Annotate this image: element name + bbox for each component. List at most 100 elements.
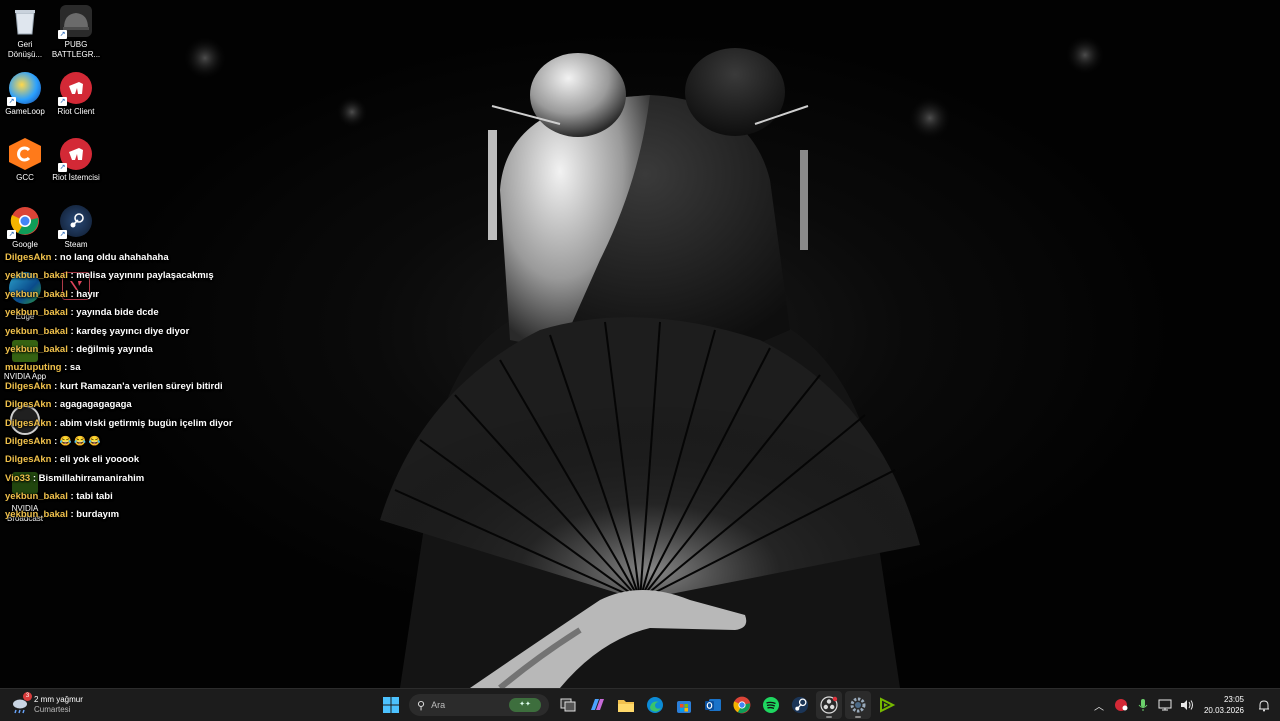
chat-username: muzluputing	[5, 362, 62, 374]
chat-username: yekbun_bakal	[5, 307, 68, 319]
windows-start-icon	[382, 697, 399, 713]
speaker-icon[interactable]	[1176, 691, 1198, 719]
start-button[interactable]	[378, 691, 404, 719]
desktop-icon-label: Riot Client	[57, 107, 95, 116]
riot-tray-icon[interactable]	[1110, 691, 1132, 719]
copilot-button[interactable]	[584, 691, 610, 719]
chat-text: : eli yok eli yooook	[54, 454, 140, 466]
task-view-icon	[560, 698, 575, 712]
spotify-icon	[762, 697, 779, 713]
nvidia-icon	[879, 697, 895, 713]
chat-message: yekbun_bakal : yayında bide dcde	[5, 306, 305, 324]
taskbar-search[interactable]: ⚲ Ara ✦✦	[409, 694, 549, 716]
chat-message: yekbun_bakal : burdayım	[5, 508, 305, 526]
gcc-icon	[9, 138, 41, 170]
network-icon[interactable]	[1154, 691, 1176, 719]
chat-text: : burdayım	[70, 509, 120, 521]
chat-message: DilgesAkn : 😂 😂 😂	[5, 435, 305, 453]
weather-day: Cumartesi	[34, 705, 71, 714]
steam-icon: ↗	[58, 205, 92, 239]
chat-username: DilgesAkn	[5, 435, 52, 447]
desktop-icon-label: Riot İstemcisi	[52, 173, 100, 182]
chat-text: : tabi tabi	[70, 491, 113, 503]
chat-message: DilgesAkn : eli yok eli yooook	[5, 453, 305, 471]
microphone-icon[interactable]	[1132, 691, 1154, 719]
chat-text: : no lang oldu ahahahaha	[54, 252, 169, 263]
chat-message: yekbun_bakal : hayır	[5, 288, 305, 306]
outlook-icon	[704, 699, 721, 711]
chrome-icon	[732, 696, 750, 714]
gear-icon	[850, 697, 865, 713]
desktop-icon-label: Steam	[64, 240, 88, 249]
settings-button[interactable]	[844, 691, 871, 719]
obs-button[interactable]	[815, 691, 842, 719]
recycle-bin-icon	[9, 5, 41, 37]
chat-message: yekbun_bakal : kardeş yayıncı diye diyor	[5, 325, 305, 343]
chat-username: DilgesAkn	[5, 454, 52, 466]
desktop-icon-label: PUBG BATTLEGR...	[51, 40, 101, 59]
chat-text: : Bismillahirramanirahim	[32, 472, 145, 484]
chat-text: : sa	[64, 362, 81, 374]
chevron-up-icon[interactable]: ︿	[1088, 691, 1110, 719]
store-button[interactable]	[671, 691, 697, 719]
steam-button[interactable]	[787, 691, 813, 719]
rain-cloud-icon: 3	[10, 692, 32, 715]
desktop-icon-steam[interactable]: ↗ Steam	[51, 205, 101, 250]
spotify-button[interactable]	[758, 691, 784, 719]
search-placeholder: Ara	[431, 700, 446, 710]
chat-message: muzluputing : sa	[5, 361, 305, 379]
notification-badge: 3	[23, 692, 32, 701]
weather-widget[interactable]: 3 2 mm yağmur Cumartesi	[10, 692, 83, 717]
desktop-icon-gcc[interactable]: GCC	[0, 138, 50, 183]
task-view-button[interactable]	[555, 691, 581, 719]
chrome-button[interactable]	[729, 691, 755, 719]
clock-date: 20.03.2026	[1203, 706, 1244, 715]
copilot-icon	[590, 699, 604, 710]
chat-text: : kurt Ramazan'a verilen süreyi bitirdi	[54, 380, 223, 392]
chat-message: yekbun_bakal : değilmiş yayında	[5, 343, 305, 361]
desktop-icon-label: Geri Dönüşü...	[7, 40, 43, 59]
outlook-button[interactable]	[700, 691, 726, 719]
desktop-icon-riot-client[interactable]: ↗ Riot Client	[51, 72, 101, 117]
gameloop-icon: ↗	[7, 72, 41, 106]
taskbar: 3 2 mm yağmur Cumartesi ⚲ Ara ✦✦ ︿ 23:05…	[0, 688, 1280, 721]
chat-message: DilgesAkn : abim viski getirmiş bugün iç…	[5, 417, 305, 435]
pubg-icon: ↗	[58, 5, 92, 39]
chat-username: DilgesAkn	[5, 252, 52, 263]
chat-message: DilgesAkn : no lang oldu ahahahaha	[5, 251, 305, 269]
chrome-icon: ↗	[7, 205, 41, 239]
chat-username: DilgesAkn	[5, 380, 52, 392]
chat-text: : melisa yayınını paylaşacakmış	[70, 270, 214, 282]
search-highlight-icon: ✦✦	[509, 698, 541, 712]
notification-bell-icon[interactable]	[1252, 691, 1276, 719]
taskbar-pinned-apps: ⚲ Ara ✦✦	[376, 689, 901, 721]
steam-icon	[791, 696, 808, 714]
store-icon	[676, 701, 691, 713]
chat-username: yekbun_bakal	[5, 288, 68, 300]
edge-icon	[646, 697, 663, 713]
clock-time: 23:05	[1223, 695, 1244, 704]
desktop-icon-riot-istemcisi[interactable]: ↗ Riot İstemcisi	[51, 138, 101, 183]
system-clock[interactable]: 23:05 20.03.2026	[1198, 694, 1244, 716]
chat-message: yekbun_bakal : melisa yayınını paylaşaca…	[5, 269, 305, 287]
riot-client-icon: ↗	[58, 72, 92, 106]
chat-username: yekbun_bakal	[5, 343, 68, 355]
chat-message: DilgesAkn : kurt Ramazan'a verilen sürey…	[5, 380, 305, 398]
obs-icon	[819, 696, 838, 714]
file-explorer-button[interactable]	[613, 691, 639, 719]
edge-button[interactable]	[642, 691, 668, 719]
weather-condition: 2 mm yağmur	[34, 695, 83, 704]
desktop-icon-label: GameLoop	[5, 107, 45, 116]
chat-text: : 😂 😂 😂	[54, 435, 101, 447]
chat-username: DilgesAkn	[5, 399, 52, 411]
desktop-icon-google-chrome[interactable]: ↗ Google	[0, 205, 50, 250]
chat-overlay: DilgesAkn : no lang oldu ahahahaha yekbu…	[5, 251, 305, 527]
chat-username: Vio33	[5, 472, 31, 484]
desktop-icon-pubg[interactable]: ↗ PUBG BATTLEGR...	[51, 5, 101, 60]
chat-text: : kardeş yayıncı diye diyor	[70, 325, 190, 337]
riot-client-icon: ↗	[58, 138, 92, 172]
desktop-icon-gameloop[interactable]: ↗ GameLoop	[0, 72, 50, 117]
chat-message: DilgesAkn : agagagagagaga	[5, 398, 305, 416]
desktop-icon-recycle-bin[interactable]: Geri Dönüşü...	[0, 5, 50, 60]
nvidia-button[interactable]	[874, 691, 900, 719]
